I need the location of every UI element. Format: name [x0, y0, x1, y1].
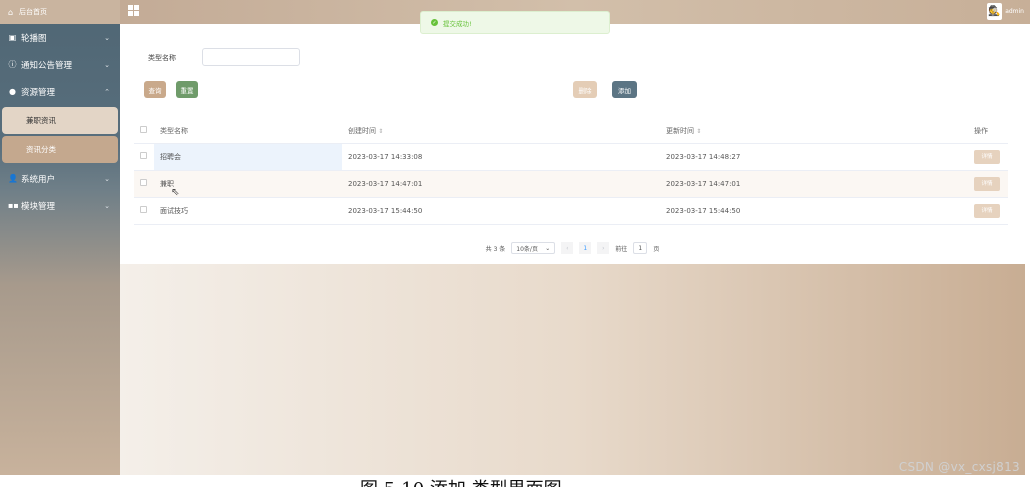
search-label: 类型名称 [148, 54, 176, 62]
sidebar-subitem-parttime-news[interactable]: 兼职资讯 [2, 107, 118, 134]
username[interactable]: admin [1005, 8, 1024, 15]
content-panel: 类型名称 查询 重置 删除 添加 类型名称 创建时间 ⇕ 更新时间 ⇕ 操作 招… [120, 24, 1025, 264]
cell-name: 招聘会 [154, 143, 342, 171]
sidebar-item-label: 系统用户 [21, 174, 56, 185]
table-row: 招聘会 2023-03-17 14:33:08 2023-03-17 14:48… [134, 143, 1008, 171]
cell-action: 详情 [968, 143, 1008, 171]
query-button[interactable]: 查询 [144, 81, 166, 98]
sort-icon[interactable]: ⇕ [696, 128, 701, 135]
location-icon: ● [9, 87, 16, 96]
page-size-select[interactable]: 10条/页 ⌄ [511, 242, 556, 254]
sidebar-item-modules[interactable]: ▪▪ 模块管理 ⌄ [0, 192, 120, 219]
main-content: 类型名称 查询 重置 删除 添加 类型名称 创建时间 ⇕ 更新时间 ⇕ 操作 招… [120, 24, 1025, 475]
sidebar-item-label: 轮播图 [21, 33, 47, 44]
pagination: 共 3 条 10条/页 ⌄ ‹ 1 › 前往 1 页 [120, 242, 1025, 254]
sidebar-subitem-label: 兼职资讯 [26, 116, 56, 125]
table-row: 兼职 2023-03-17 14:47:01 2023-03-17 14:47:… [134, 170, 1008, 198]
sidebar-item-resource[interactable]: ● 资源管理 ⌃ [0, 78, 120, 105]
row-checkbox[interactable] [140, 152, 147, 159]
goto-label: 前往 [615, 245, 628, 253]
detail-button[interactable]: 详情 [974, 149, 1000, 164]
success-toast: ✓ 提交成功! [420, 11, 610, 34]
sidebar-item-label: 模块管理 [21, 201, 56, 212]
col-header-action: 操作 [968, 119, 1008, 144]
chevron-down-icon: ⌄ [104, 174, 110, 183]
search-input[interactable] [202, 48, 300, 66]
chevron-down-icon: ⌄ [104, 33, 110, 42]
figure-caption: 图 5-10 添加 类型界面图 [360, 475, 562, 487]
image-icon: ▣ [8, 33, 17, 42]
table-row: 面试技巧 2023-03-17 15:44:50 2023-03-17 15:4… [134, 197, 1008, 225]
avatar[interactable]: 🕵 [987, 3, 1002, 20]
app-window: ⌂ 后台首页 ▣ 轮播图 ⌄ ⓘ 通知公告管理 ⌄ ● 资源管理 ⌃ 兼职资讯 … [0, 0, 1030, 487]
select-all-checkbox[interactable] [140, 126, 147, 134]
col-header-name-label: 类型名称 [160, 126, 188, 135]
user-icon: 👤 [8, 174, 18, 183]
cell-action: 详情 [968, 197, 1008, 225]
sidebar-home[interactable]: ⌂ 后台首页 [0, 0, 120, 24]
cell-created: 2023-03-17 14:33:08 [342, 143, 660, 171]
grid-icon: ▪▪ [8, 201, 19, 210]
reset-button[interactable]: 重置 [176, 81, 198, 98]
next-page-button[interactable]: › [597, 242, 610, 254]
delete-button[interactable]: 删除 [573, 81, 597, 98]
check-circle-icon: ✓ [431, 19, 438, 26]
col-header-updated[interactable]: 更新时间 ⇕ [660, 119, 968, 144]
pager-total: 共 3 条 [485, 245, 506, 253]
toast-message: 提交成功! [443, 19, 472, 28]
cell-updated: 2023-03-17 14:48:27 [660, 143, 968, 171]
goto-input[interactable]: 1 [633, 242, 648, 254]
row-select-cell[interactable] [134, 197, 154, 225]
cell-name: 面试技巧 [154, 197, 342, 225]
mouse-cursor-icon: ⇖ [171, 187, 180, 198]
cell-name: 兼职 [154, 170, 342, 198]
info-icon: ⓘ [8, 60, 17, 69]
row-checkbox[interactable] [140, 179, 147, 186]
add-button[interactable]: 添加 [612, 81, 637, 98]
col-header-name: 类型名称 [154, 119, 342, 144]
select-all-cell[interactable] [134, 119, 154, 144]
sidebar-item-label: 通知公告管理 [21, 60, 73, 71]
sidebar-item-system-users[interactable]: 👤 系统用户 ⌄ [0, 165, 120, 192]
sort-icon[interactable]: ⇕ [378, 128, 383, 135]
table-header-row: 类型名称 创建时间 ⇕ 更新时间 ⇕ 操作 [134, 119, 1008, 144]
data-table: 类型名称 创建时间 ⇕ 更新时间 ⇕ 操作 招聘会 2023-03-17 14:… [134, 119, 1008, 225]
row-checkbox[interactable] [140, 206, 147, 213]
sidebar: ⌂ 后台首页 ▣ 轮播图 ⌄ ⓘ 通知公告管理 ⌄ ● 资源管理 ⌃ 兼职资讯 … [0, 0, 120, 475]
chevron-down-icon: ⌄ [104, 201, 110, 210]
cell-updated: 2023-03-17 14:47:01 [660, 170, 968, 198]
sidebar-subitem-news-category[interactable]: 资讯分类 [2, 136, 118, 163]
menu-toggle-icon[interactable] [128, 5, 139, 16]
col-header-created[interactable]: 创建时间 ⇕ [342, 119, 660, 144]
chevron-down-icon: ⌄ [104, 60, 110, 69]
col-header-updated-label: 更新时间 [666, 126, 694, 135]
sidebar-item-notice[interactable]: ⓘ 通知公告管理 ⌄ [0, 51, 120, 78]
watermark: CSDN @vx_cxsj813 [898, 460, 1020, 474]
sidebar-item-carousel[interactable]: ▣ 轮播图 ⌄ [0, 24, 120, 51]
sidebar-subitem-label: 资讯分类 [26, 145, 56, 154]
cell-created: 2023-03-17 15:44:50 [342, 197, 660, 225]
sidebar-home-label: 后台首页 [19, 8, 47, 16]
chevron-down-icon: ⌄ [545, 244, 551, 252]
sidebar-item-label: 资源管理 [21, 87, 56, 98]
cell-updated: 2023-03-17 15:44:50 [660, 197, 968, 225]
chevron-up-icon: ⌃ [104, 87, 110, 96]
cell-created: 2023-03-17 14:47:01 [342, 170, 660, 198]
col-header-created-label: 创建时间 [348, 126, 376, 135]
detail-button[interactable]: 详情 [974, 176, 1000, 191]
prev-page-button[interactable]: ‹ [561, 242, 574, 254]
cell-action: 详情 [968, 170, 1008, 198]
page-unit-label: 页 [653, 245, 660, 253]
col-header-action-label: 操作 [974, 126, 988, 135]
page-number[interactable]: 1 [579, 242, 592, 254]
detail-button[interactable]: 详情 [974, 203, 1000, 218]
home-icon: ⌂ [7, 7, 14, 17]
row-select-cell[interactable] [134, 170, 154, 198]
row-select-cell[interactable] [134, 143, 154, 171]
page-size-value: 10条/页 [516, 245, 538, 253]
